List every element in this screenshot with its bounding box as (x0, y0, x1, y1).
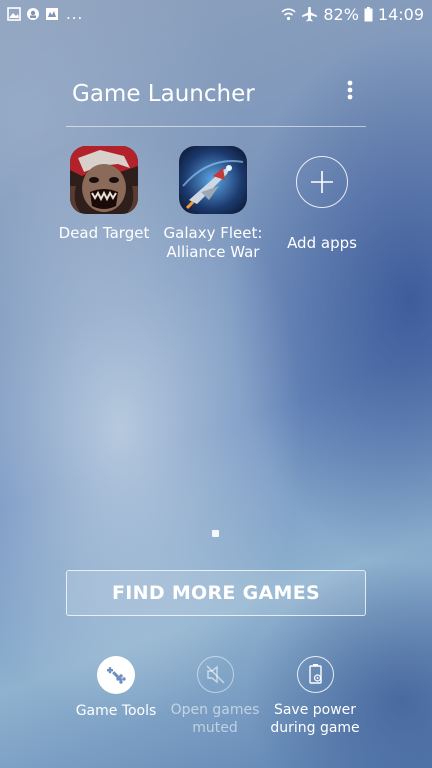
header-divider (66, 126, 366, 127)
open-games-muted-label: Open games muted (170, 702, 260, 736)
save-power-label: Save power during game (270, 702, 360, 736)
battery-saver-icon (308, 664, 322, 684)
game-tools-label: Game Tools (75, 703, 157, 719)
airplane-mode-icon (302, 7, 318, 22)
open-games-muted-toggle[interactable]: Open games muted (160, 656, 270, 737)
mute-circle (196, 656, 234, 693)
game-tools-button[interactable]: Game Tools (61, 656, 171, 720)
plus-icon (311, 171, 333, 193)
more-vert-icon[interactable] (339, 78, 361, 104)
page-indicator (212, 530, 219, 537)
add-apps-label: Add apps (287, 234, 357, 252)
battery-icon (364, 7, 373, 22)
game-galaxy-fleet[interactable]: Galaxy Fleet: Alliance War (163, 146, 263, 262)
find-more-games-label: FIND MORE GAMES (112, 582, 320, 604)
more-notifications-indicator: ... (66, 5, 84, 23)
game-dead-target[interactable]: Dead Target (54, 146, 154, 243)
gallery-icon (7, 7, 21, 21)
dead-target-icon (70, 146, 138, 214)
galaxy-fleet-icon (179, 146, 247, 214)
vpn-icon (27, 8, 39, 20)
clock: 14:09 (377, 5, 424, 24)
battery-percent: 82% (323, 5, 359, 24)
notification-icons: ... (7, 5, 84, 23)
save-power-toggle[interactable]: Save power during game (260, 656, 370, 737)
status-bar: ... 82% 14:09 (0, 0, 432, 30)
page-title: Game Launcher (72, 81, 255, 107)
system-status: 82% 14:09 (281, 5, 424, 24)
gamepad-icon (107, 667, 126, 684)
add-apps-button[interactable]: Add apps (272, 146, 372, 253)
add-apps-circle (296, 156, 348, 208)
game-tools-circle (97, 656, 135, 694)
save-power-circle (296, 656, 334, 693)
game-label: Galaxy Fleet: Alliance War (163, 224, 263, 261)
wifi-icon (281, 8, 296, 21)
game-label: Dead Target (58, 224, 150, 242)
mute-icon (206, 665, 224, 684)
image-message-icon (46, 8, 58, 20)
find-more-games-button[interactable]: FIND MORE GAMES (66, 570, 366, 616)
add-apps-icon-frame (288, 156, 356, 224)
